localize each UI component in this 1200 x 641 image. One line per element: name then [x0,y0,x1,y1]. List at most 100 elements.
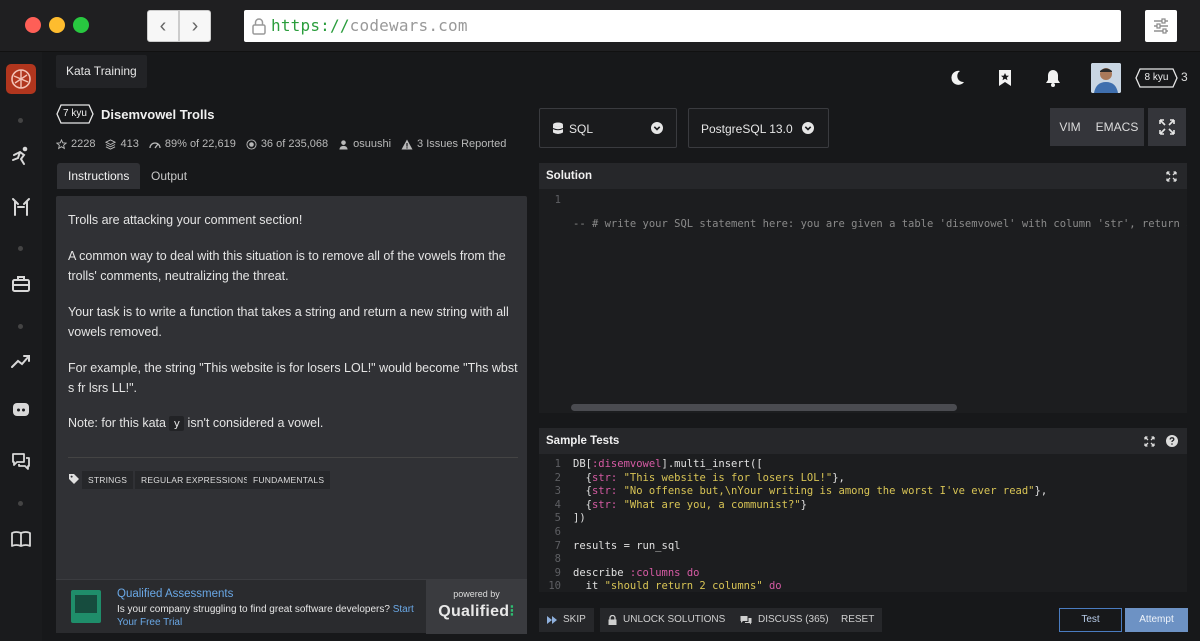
lock-icon [608,615,617,625]
user-rank-label: 8 kyu [1144,72,1169,83]
kata-rank-badge: 7 kyu [56,104,94,124]
instructions-paragraph: A common way to deal with this situation… [68,249,506,283]
attempt-button[interactable]: Attempt [1125,608,1188,632]
kata-title[interactable]: Disemvowel Trolls [101,107,214,122]
star-icon [56,138,67,149]
briefcase-icon[interactable] [10,273,32,295]
vim-mode-button[interactable]: VIM [1050,108,1090,146]
line-number: 9 [554,566,561,579]
qualified-promo[interactable]: Qualified Assessments Is your company st… [56,579,527,634]
browser-toolbar: ‹ › https://codewars.com [0,0,1200,52]
line-number: 1 [554,194,561,206]
powered-by-qualified[interactable]: powered by Qualified⁝ [426,580,527,634]
solution-header: Solution [539,163,1187,189]
url-text: https://codewars.com [271,16,468,35]
tag-strings[interactable]: STRINGS [82,471,134,489]
tab-instructions[interactable]: Instructions [57,163,141,189]
chat-icon[interactable] [10,450,32,472]
chevron-down-icon [802,122,814,134]
book-icon[interactable] [10,528,32,550]
tab-output[interactable]: Output [140,163,198,189]
codewars-logo[interactable] [6,64,36,94]
language-select-value: SQL [569,122,594,136]
kata-training-tab[interactable]: Kata Training [56,55,147,88]
expand-icon[interactable] [1144,436,1155,447]
test-button[interactable]: Test [1059,608,1122,632]
moon-icon[interactable] [947,68,967,88]
browser-settings-button[interactable] [1145,10,1177,42]
discuss-button[interactable]: DISCUSS (365) [732,608,837,632]
solution-editor[interactable]: 1 -- # write your SQL statement here: yo… [539,189,1187,413]
line-number: 2 [554,471,561,484]
avatar-image [1091,63,1121,93]
sample-tests-editor[interactable]: 1 2 3 4 5 6 7 8 9 10 DB[:disemvowel].mul… [539,454,1187,592]
powered-by-label: powered by [453,589,500,599]
instructions-paragraph: For example, the string "This website is… [68,361,518,395]
practice-icon[interactable] [10,196,32,218]
version-select[interactable]: PostgreSQL 13.0 [688,108,829,148]
fullscreen-button[interactable] [1148,108,1186,146]
instructions-panel: Trolls are attacking your comment sectio… [56,196,527,634]
training-icon[interactable] [10,145,32,167]
gauge-icon [149,141,161,148]
database-icon [552,122,564,134]
line-number: 7 [554,539,561,552]
author-stat[interactable]: osuushi [338,138,391,150]
bell-icon[interactable] [1043,68,1063,88]
tag-fundamentals[interactable]: FUNDAMENTALS [247,471,331,489]
warning-icon [401,139,413,149]
chevron-down-icon [651,122,663,134]
line-number: 1 [554,458,561,470]
trending-icon[interactable] [10,350,32,372]
fast-forward-icon [547,616,557,624]
line-number: 5 [554,512,561,525]
issues-stat[interactable]: 3 Issues Reported [401,138,506,150]
horizontal-scrollbar[interactable] [571,404,957,411]
line-number-gutter: 1 2 3 4 5 6 7 8 9 10 [539,454,567,592]
divider [68,457,518,458]
avatar[interactable] [1091,63,1121,93]
promo-title[interactable]: Qualified Assessments [117,588,233,600]
line-number-gutter: 1 [539,189,567,413]
forward-button[interactable]: › [179,10,211,42]
skip-button[interactable]: SKIP [539,608,594,632]
back-button[interactable]: ‹ [147,10,179,42]
unlock-solutions-button[interactable]: UNLOCK SOLUTIONS [600,608,734,632]
code-line: -- # write your SQL statement here: you … [573,218,1187,230]
code-line: results = run_sql [573,539,681,552]
stars-stat[interactable]: 2228 [56,138,95,150]
code-line: DB[:disemvowel].multi_insert([ [573,458,763,470]
emacs-mode-button[interactable]: EMACS [1090,108,1144,146]
window-zoom-button[interactable] [73,17,89,33]
address-bar[interactable]: https://codewars.com [244,10,1121,42]
line-number: 3 [554,485,561,498]
sliders-icon [1154,18,1168,34]
reset-button[interactable]: RESET [833,608,883,632]
window-close-button[interactable] [25,17,41,33]
satisfaction-stat: 89% of 22,619 [149,138,236,150]
code-content[interactable]: DB[:disemvowel].multi_insert([ {str: "Th… [573,458,1047,592]
solution-title: Solution [546,170,592,182]
code-content[interactable]: -- # write your SQL statement here: you … [573,194,1187,256]
bookmark-icon[interactable] [995,68,1015,88]
instructions-paragraph: Your task is to write a function that ta… [68,305,509,339]
expand-icon[interactable] [1166,171,1177,182]
rail-separator [18,246,23,251]
qualified-thumbnail [71,590,101,623]
language-select[interactable]: SQL [539,108,677,148]
code-line: ]) [573,512,586,525]
discord-icon[interactable] [10,399,32,421]
collections-stat: 413 [105,138,139,150]
qualified-logo: Qualified⁝ [438,603,515,620]
left-nav-rail [0,52,42,641]
tag-regular-expressions[interactable]: REGULAR EXPRESSIONS [135,471,256,489]
code-line: it "should return 2 columns" do [573,580,782,592]
window-minimize-button[interactable] [49,17,65,33]
help-icon[interactable] [1166,435,1178,447]
user-rank-badge[interactable]: 8 kyu [1135,68,1178,88]
layers-icon [105,138,117,150]
line-number: 6 [554,525,561,538]
version-select-value: PostgreSQL 13.0 [701,122,793,136]
